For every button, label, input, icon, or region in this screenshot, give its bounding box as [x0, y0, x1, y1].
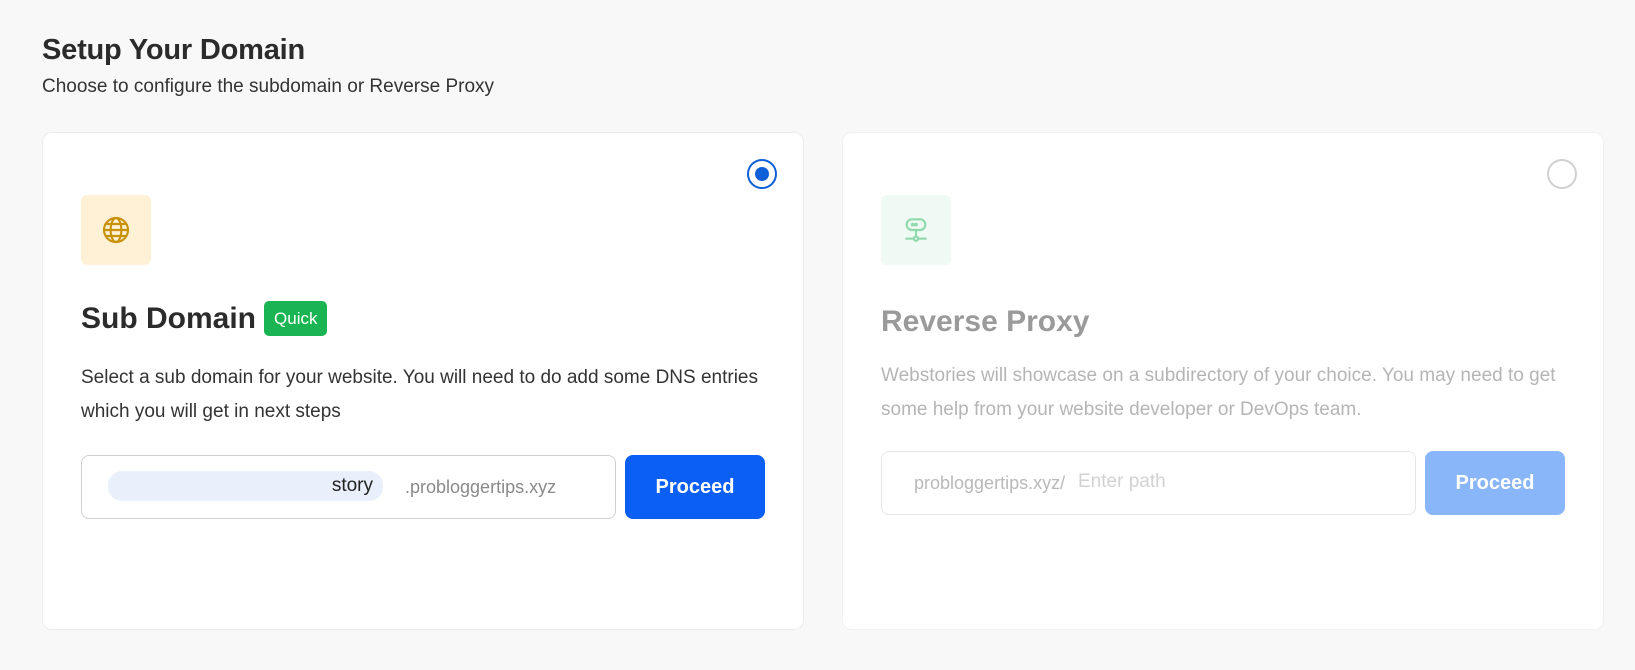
path-input[interactable]	[1078, 466, 1378, 498]
sub-domain-proceed-button[interactable]: Proceed	[625, 455, 765, 519]
sub-domain-card[interactable]: Sub Domain Quick Select a sub domain for…	[42, 132, 804, 630]
reverse-proxy-input-group: probloggertips.xyz/	[881, 451, 1416, 515]
domain-prefix: probloggertips.xyz/	[914, 473, 1066, 493]
quick-badge: Quick	[264, 301, 328, 336]
reverse-proxy-card[interactable]: Reverse Proxy Webstories will showcase o…	[842, 132, 1604, 630]
reverse-proxy-proceed-button[interactable]: Proceed	[1425, 451, 1565, 515]
network-icon	[881, 195, 951, 265]
sub-domain-description: Select a sub domain for your website. Yo…	[81, 367, 758, 422]
globe-icon	[81, 195, 151, 265]
subdomain-input[interactable]	[108, 471, 383, 501]
page-subtitle: Choose to configure the subdomain or Rev…	[42, 76, 495, 97]
reverse-proxy-radio[interactable]	[1547, 159, 1577, 189]
sub-domain-radio[interactable]	[747, 159, 777, 189]
reverse-proxy-title: Reverse Proxy	[881, 305, 1090, 338]
sub-domain-input-group: .probloggertips.xyz	[81, 455, 616, 519]
sub-domain-title-text: Sub Domain	[81, 301, 257, 335]
sub-domain-title: Sub Domain Quick	[81, 301, 328, 336]
reverse-proxy-description: Webstories will showcase on a subdirecto…	[881, 365, 1556, 420]
page-title: Setup Your Domain	[42, 34, 305, 66]
domain-suffix: .probloggertips.xyz	[405, 477, 557, 497]
